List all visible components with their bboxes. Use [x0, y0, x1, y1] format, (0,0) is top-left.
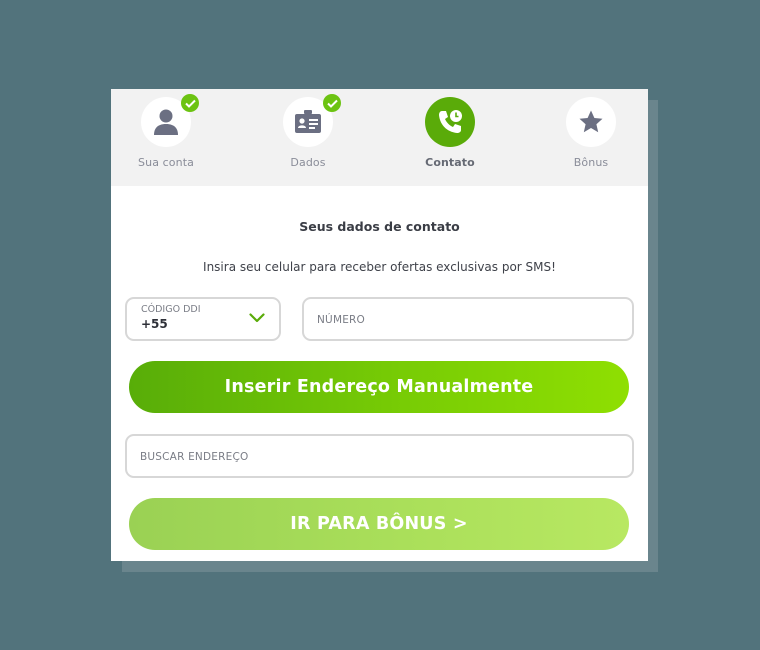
step-circle [141, 94, 199, 147]
chevron-down-icon [249, 313, 265, 323]
search-address-field[interactable]: BUSCAR ENDEREÇO [125, 434, 634, 478]
check-icon [181, 94, 199, 112]
ddi-select[interactable]: CÓDIGO DDI +55 [125, 297, 281, 341]
star-icon [579, 110, 603, 133]
id-card-icon [295, 110, 321, 133]
step-contato[interactable]: Contato [410, 97, 490, 169]
step-label: Sua conta [138, 156, 194, 169]
progress-steps: Sua conta Dados Contato Bônus [111, 89, 648, 186]
step-dados[interactable]: Dados [268, 94, 348, 169]
form-subtitle: Insira seu celular para receber ofertas … [203, 260, 556, 274]
step-sua-conta[interactable]: Sua conta [126, 94, 206, 169]
step-label: Dados [290, 156, 326, 169]
phone-number-field[interactable]: NÚMERO [302, 297, 634, 341]
search-address-placeholder: BUSCAR ENDEREÇO [140, 451, 249, 463]
step-circle [566, 97, 616, 147]
insert-address-manually-button[interactable]: Inserir Endereço Manualmente [129, 361, 629, 413]
phone-icon [439, 110, 462, 133]
signup-card: Sua conta Dados Contato Bônus Seus dados… [111, 89, 648, 561]
step-bonus[interactable]: Bônus [551, 97, 631, 169]
ddi-value: +55 [141, 317, 168, 331]
step-circle [425, 97, 475, 147]
step-circle [283, 94, 341, 147]
step-label: Bônus [573, 156, 609, 169]
ddi-label: CÓDIGO DDI [141, 304, 201, 315]
phone-number-placeholder: NÚMERO [317, 314, 365, 326]
form-title: Seus dados de contato [299, 219, 460, 234]
user-icon [154, 109, 178, 135]
go-to-bonus-button[interactable]: IR PARA BÔNUS > [129, 498, 629, 550]
step-label: Contato [425, 156, 475, 169]
check-icon [323, 94, 341, 112]
